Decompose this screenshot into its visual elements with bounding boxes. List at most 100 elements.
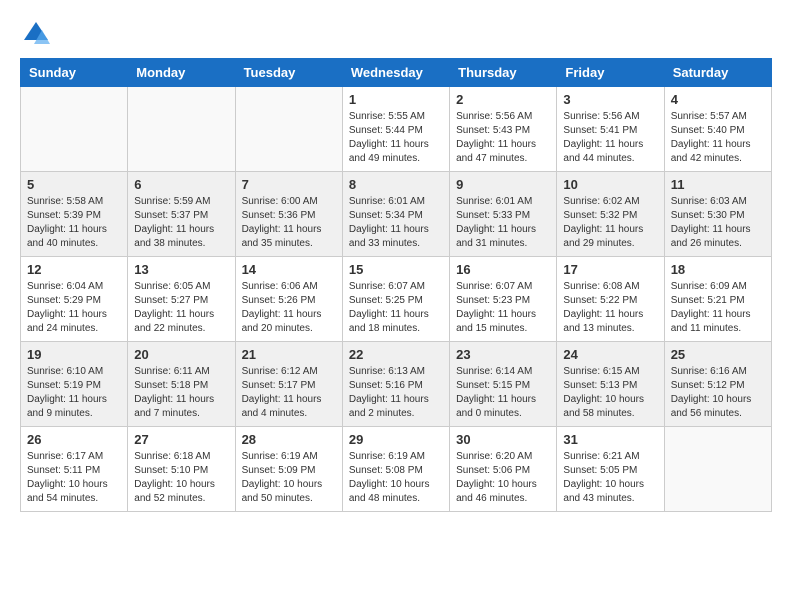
- calendar-day: 30Sunrise: 6:20 AM Sunset: 5:06 PM Dayli…: [450, 427, 557, 512]
- day-info: Sunrise: 6:09 AM Sunset: 5:21 PM Dayligh…: [671, 280, 765, 336]
- day-info: Sunrise: 6:21 AM Sunset: 5:05 PM Dayligh…: [563, 450, 657, 506]
- day-number: 6: [134, 177, 228, 192]
- day-info: Sunrise: 5:57 AM Sunset: 5:40 PM Dayligh…: [671, 110, 765, 166]
- day-number: 13: [134, 262, 228, 277]
- calendar-day: 12 Sunrise: 6:04 AM Sunset: 5:29 PM Dayli…: [21, 257, 128, 342]
- calendar-day: 10 Sunrise: 6:02 AM Sunset: 5:32 PM Dayli…: [557, 172, 664, 257]
- day-number: 31: [563, 432, 657, 447]
- day-number: 9: [456, 177, 550, 192]
- day-number: 7: [242, 177, 336, 192]
- day-info: Sunrise: 6:07 AM Sunset: 5:23 PM Dayligh…: [456, 280, 550, 336]
- calendar-day: 18 Sunrise: 6:09 AM Sunset: 5:21 PM Dayli…: [664, 257, 771, 342]
- day-info: Sunrise: 6:17 AM Sunset: 5:11 PM Dayligh…: [27, 450, 121, 506]
- logo-icon: [22, 20, 50, 48]
- calendar-day: 16 Sunrise: 6:07 AM Sunset: 5:23 PM Dayli…: [450, 257, 557, 342]
- calendar-day: 26 Sunrise: 6:17 AM Sunset: 5:11 PM Dayli…: [21, 427, 128, 512]
- day-number: 24: [563, 347, 657, 362]
- day-number: 25: [671, 347, 765, 362]
- day-info: Sunrise: 6:11 AM Sunset: 5:18 PM Dayligh…: [134, 365, 228, 421]
- weekday-header-friday: Friday: [557, 59, 664, 87]
- calendar-day: 9 Sunrise: 6:01 AM Sunset: 5:33 PM Daylig…: [450, 172, 557, 257]
- calendar-day: 29 Sunrise: 6:19 AM Sunset: 5:08 PM Dayli…: [342, 427, 449, 512]
- calendar-day: 31 Sunrise: 6:21 AM Sunset: 5:05 PM Dayli…: [557, 427, 664, 512]
- calendar-day: 2Sunrise: 5:56 AM Sunset: 5:43 PM Daylig…: [450, 87, 557, 172]
- day-info: Sunrise: 6:14 AM Sunset: 5:15 PM Dayligh…: [456, 365, 550, 421]
- calendar-week-3: 12 Sunrise: 6:04 AM Sunset: 5:29 PM Dayli…: [21, 257, 772, 342]
- day-number: 30: [456, 432, 550, 447]
- day-info: Sunrise: 6:16 AM Sunset: 5:12 PM Dayligh…: [671, 365, 765, 421]
- day-info: Sunrise: 6:15 AM Sunset: 5:13 PM Dayligh…: [563, 365, 657, 421]
- calendar-table: SundayMondayTuesdayWednesdayThursdayFrid…: [20, 58, 772, 512]
- day-info: Sunrise: 6:19 AM Sunset: 5:08 PM Dayligh…: [349, 450, 443, 506]
- calendar-day: [21, 87, 128, 172]
- weekday-header-monday: Monday: [128, 59, 235, 87]
- calendar-day: 3 Sunrise: 5:56 AM Sunset: 5:41 PM Daylig…: [557, 87, 664, 172]
- calendar-day: 13 Sunrise: 6:05 AM Sunset: 5:27 PM Dayli…: [128, 257, 235, 342]
- calendar-day: 24 Sunrise: 6:15 AM Sunset: 5:13 PM Dayli…: [557, 342, 664, 427]
- day-number: 21: [242, 347, 336, 362]
- logo: [20, 20, 50, 48]
- page-header: [20, 20, 772, 48]
- calendar-day: 25 Sunrise: 6:16 AM Sunset: 5:12 PM Dayli…: [664, 342, 771, 427]
- day-number: 3: [563, 92, 657, 107]
- day-number: 29: [349, 432, 443, 447]
- day-number: 11: [671, 177, 765, 192]
- weekday-header-wednesday: Wednesday: [342, 59, 449, 87]
- day-info: Sunrise: 6:01 AM Sunset: 5:34 PM Dayligh…: [349, 195, 443, 251]
- calendar-week-4: 19Sunrise: 6:10 AM Sunset: 5:19 PM Dayli…: [21, 342, 772, 427]
- calendar-day: 1 Sunrise: 5:55 AM Sunset: 5:44 PM Daylig…: [342, 87, 449, 172]
- day-number: 10: [563, 177, 657, 192]
- day-info: Sunrise: 6:05 AM Sunset: 5:27 PM Dayligh…: [134, 280, 228, 336]
- day-number: 16: [456, 262, 550, 277]
- calendar-day: 8 Sunrise: 6:01 AM Sunset: 5:34 PM Daylig…: [342, 172, 449, 257]
- day-info: Sunrise: 6:01 AM Sunset: 5:33 PM Dayligh…: [456, 195, 550, 251]
- day-info: Sunrise: 6:03 AM Sunset: 5:30 PM Dayligh…: [671, 195, 765, 251]
- day-number: 28: [242, 432, 336, 447]
- calendar-day: [235, 87, 342, 172]
- day-number: 19: [27, 347, 121, 362]
- calendar-day: 28 Sunrise: 6:19 AM Sunset: 5:09 PM Dayli…: [235, 427, 342, 512]
- day-number: 27: [134, 432, 228, 447]
- day-info: Sunrise: 5:56 AM Sunset: 5:41 PM Dayligh…: [563, 110, 657, 166]
- calendar-day: 5 Sunrise: 5:58 AM Sunset: 5:39 PM Daylig…: [21, 172, 128, 257]
- day-info: Sunrise: 6:07 AM Sunset: 5:25 PM Dayligh…: [349, 280, 443, 336]
- day-number: 17: [563, 262, 657, 277]
- day-number: 8: [349, 177, 443, 192]
- day-info: Sunrise: 6:13 AM Sunset: 5:16 PM Dayligh…: [349, 365, 443, 421]
- day-number: 2: [456, 92, 550, 107]
- day-info: Sunrise: 6:12 AM Sunset: 5:17 PM Dayligh…: [242, 365, 336, 421]
- day-info: Sunrise: 6:18 AM Sunset: 5:10 PM Dayligh…: [134, 450, 228, 506]
- day-number: 12: [27, 262, 121, 277]
- day-info: Sunrise: 6:06 AM Sunset: 5:26 PM Dayligh…: [242, 280, 336, 336]
- calendar-day: 19Sunrise: 6:10 AM Sunset: 5:19 PM Dayli…: [21, 342, 128, 427]
- calendar-week-1: 1 Sunrise: 5:55 AM Sunset: 5:44 PM Daylig…: [21, 87, 772, 172]
- calendar-day: 14 Sunrise: 6:06 AM Sunset: 5:26 PM Dayli…: [235, 257, 342, 342]
- day-info: Sunrise: 5:59 AM Sunset: 5:37 PM Dayligh…: [134, 195, 228, 251]
- day-info: Sunrise: 6:02 AM Sunset: 5:32 PM Dayligh…: [563, 195, 657, 251]
- day-info: Sunrise: 5:58 AM Sunset: 5:39 PM Dayligh…: [27, 195, 121, 251]
- day-info: Sunrise: 6:04 AM Sunset: 5:29 PM Dayligh…: [27, 280, 121, 336]
- calendar-day: 21 Sunrise: 6:12 AM Sunset: 5:17 PM Dayli…: [235, 342, 342, 427]
- day-number: 15: [349, 262, 443, 277]
- day-number: 22: [349, 347, 443, 362]
- day-number: 20: [134, 347, 228, 362]
- day-info: Sunrise: 5:55 AM Sunset: 5:44 PM Dayligh…: [349, 110, 443, 166]
- day-number: 23: [456, 347, 550, 362]
- weekday-header-tuesday: Tuesday: [235, 59, 342, 87]
- day-number: 5: [27, 177, 121, 192]
- calendar-day: 23 Sunrise: 6:14 AM Sunset: 5:15 PM Dayli…: [450, 342, 557, 427]
- day-number: 1: [349, 92, 443, 107]
- weekday-header-sunday: Sunday: [21, 59, 128, 87]
- day-info: Sunrise: 6:00 AM Sunset: 5:36 PM Dayligh…: [242, 195, 336, 251]
- day-number: 18: [671, 262, 765, 277]
- calendar-day: 7 Sunrise: 6:00 AM Sunset: 5:36 PM Daylig…: [235, 172, 342, 257]
- calendar-day: 27 Sunrise: 6:18 AM Sunset: 5:10 PM Dayli…: [128, 427, 235, 512]
- day-number: 14: [242, 262, 336, 277]
- calendar-day: 4 Sunrise: 5:57 AM Sunset: 5:40 PM Daylig…: [664, 87, 771, 172]
- day-info: Sunrise: 6:08 AM Sunset: 5:22 PM Dayligh…: [563, 280, 657, 336]
- day-number: 26: [27, 432, 121, 447]
- calendar-day: 11 Sunrise: 6:03 AM Sunset: 5:30 PM Dayli…: [664, 172, 771, 257]
- weekday-header-thursday: Thursday: [450, 59, 557, 87]
- day-number: 4: [671, 92, 765, 107]
- day-info: Sunrise: 6:19 AM Sunset: 5:09 PM Dayligh…: [242, 450, 336, 506]
